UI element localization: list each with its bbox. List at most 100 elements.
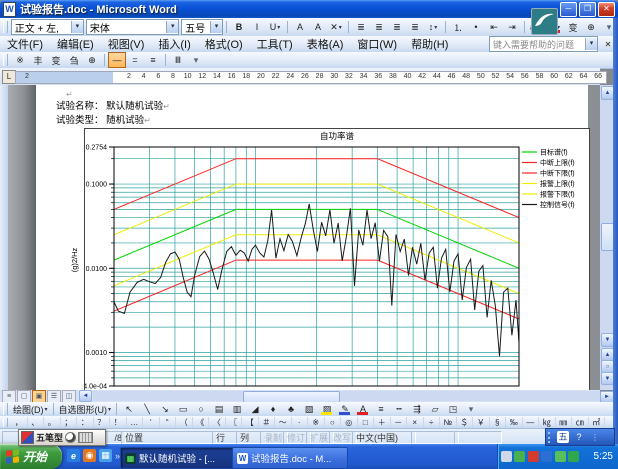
symbol-button[interactable]: ‰ xyxy=(506,417,523,428)
symbol-button[interactable]: ？ xyxy=(94,417,111,428)
ime-toolbar[interactable]: 五笔型 xyxy=(18,429,106,446)
horizontal-ruler[interactable]: 2 24681012141618202224262830323436384042… xyxy=(15,71,607,84)
line-style-icon[interactable]: ≡ xyxy=(372,401,390,417)
rectangle-icon[interactable]: ▭ xyxy=(174,401,192,417)
symbol-button[interactable]: ＋ xyxy=(374,417,391,428)
vertical-text-box-icon[interactable]: ▥ xyxy=(228,401,246,417)
menu-item-help[interactable]: 帮助(H) xyxy=(404,35,455,53)
symbol-button[interactable]: － xyxy=(391,417,408,428)
one-half-spacing-button[interactable]: = xyxy=(126,52,144,68)
tab-selector[interactable]: L xyxy=(2,70,16,84)
symbol-button[interactable]: § xyxy=(490,417,507,428)
language-bar[interactable]: 五 ? ⋮ xyxy=(545,428,615,446)
tray-icon-3[interactable] xyxy=(528,451,539,462)
position-indicator[interactable]: 位置 xyxy=(121,431,217,444)
toolbar-grip[interactable] xyxy=(3,418,8,427)
align-center-button[interactable]: ≣ xyxy=(370,19,388,35)
close-button[interactable]: ✕ xyxy=(598,2,615,17)
bold-button[interactable]: B xyxy=(230,19,248,35)
bullets-button[interactable]: • xyxy=(467,19,485,35)
distribute-button[interactable]: ≣ xyxy=(406,19,424,35)
symbol-button[interactable]: ￥ xyxy=(473,417,490,428)
single-spacing-button[interactable]: — xyxy=(108,52,126,68)
numbering-button[interactable]: ⒈ xyxy=(449,19,467,35)
symbol-button[interactable]: ‘ xyxy=(143,417,160,428)
vibration-app-logo-icon[interactable] xyxy=(531,8,558,35)
ruler-left-margin[interactable] xyxy=(16,72,113,83)
ime-help-icon[interactable]: ? xyxy=(573,431,585,443)
symbol-button[interactable]: ㎏ xyxy=(539,417,556,428)
line-color-icon[interactable]: ✎ xyxy=(336,401,354,417)
symbol-button[interactable]: ㎜ xyxy=(556,417,573,428)
symbol-button[interactable]: № xyxy=(440,417,457,428)
tray-icon-6[interactable] xyxy=(568,451,579,462)
menu-item-edit[interactable]: 编辑(E) xyxy=(50,35,101,53)
toolbar-grip[interactable] xyxy=(3,21,8,33)
menu-item-window[interactable]: 窗口(W) xyxy=(350,35,404,53)
symbol-button[interactable]: ○ xyxy=(325,417,342,428)
fill-color-icon[interactable]: ▨ xyxy=(318,401,336,417)
character-scale-button[interactable]: ✕ xyxy=(327,19,345,35)
italic-button[interactable]: I xyxy=(248,19,266,35)
language-bar-options-icon[interactable]: ⋮ xyxy=(591,433,599,442)
clock[interactable]: 5:25 xyxy=(594,451,613,462)
minimize-button[interactable]: ─ xyxy=(560,2,577,17)
shadow-style-icon[interactable]: ▱ xyxy=(426,401,444,417)
taskbar-task-2[interactable]: W试验报告.doc - M... xyxy=(232,447,348,469)
cjk-layout-tool-2-button[interactable]: 丰 xyxy=(29,52,47,68)
cjk-layout-tool-3-button[interactable]: 变 xyxy=(47,52,65,68)
chevron-down-icon[interactable]: ▾ xyxy=(166,21,178,33)
autoshapes-menu-button[interactable]: 自选图形(U) xyxy=(57,401,114,417)
symbol-button[interactable]: “ xyxy=(160,417,177,428)
text-box-icon[interactable]: ▤ xyxy=(210,401,228,417)
align-left-button[interactable]: ≣ xyxy=(352,19,370,35)
vertical-scrollbar[interactable]: ▲ ▼ ▲ ○ ▼ xyxy=(600,85,613,390)
shape-font-color-icon[interactable]: A xyxy=(354,401,372,417)
arrow-icon[interactable]: ↘ xyxy=(156,401,174,417)
font-size-combobox[interactable]: 五号▾ xyxy=(181,19,223,35)
menu-item-view[interactable]: 视图(V) xyxy=(101,35,152,53)
line-spacing-button[interactable]: ↕ xyxy=(424,19,442,35)
cjk-layout-tool-4-button[interactable]: 刍 xyxy=(65,52,83,68)
character-shading-button[interactable]: A xyxy=(309,19,327,35)
desktop-quick-launch-icon[interactable]: ▦ xyxy=(99,449,112,462)
symbol-button[interactable]: 〈 xyxy=(209,417,226,428)
symbol-button[interactable]: □ xyxy=(358,417,375,428)
tray-icon-2[interactable] xyxy=(514,451,525,462)
symbol-button[interactable]: 、 xyxy=(28,417,45,428)
ie-quick-launch-icon[interactable]: e xyxy=(67,449,80,462)
drag-handle-icon[interactable] xyxy=(548,432,554,443)
increase-indent-button[interactable]: ⇥ xyxy=(503,19,521,35)
toolbar-overflow-button[interactable]: ▾ xyxy=(462,401,480,417)
diagram-icon[interactable]: ♦ xyxy=(264,401,282,417)
phonetic-guide-button[interactable]: 变 xyxy=(564,19,582,35)
symbol-button[interactable]: 《 xyxy=(193,417,210,428)
symbol-button[interactable]: ： xyxy=(77,417,94,428)
doc-text-line[interactable]: 试验类型： 随机试验↵ xyxy=(56,112,151,126)
symbol-button[interactable]: ㎡ xyxy=(589,417,606,428)
punctuation-mode-icon[interactable] xyxy=(65,432,76,443)
symbol-button[interactable]: ㎝ xyxy=(572,417,589,428)
symbol-button[interactable]: ＃ xyxy=(259,417,276,428)
power-spectrum-chart-object[interactable]: 自功率谱 0.27540.10000.01000.00104.0e-04目标谱(… xyxy=(84,128,590,390)
media-quick-launch-icon[interactable]: ◉ xyxy=(83,449,96,462)
symbol-button[interactable]: ◎ xyxy=(341,417,358,428)
tray-icon-5[interactable] xyxy=(555,451,566,462)
symbol-button[interactable]: — xyxy=(523,417,540,428)
doc-text-line[interactable]: 试验名称： 默认随机试验↵ xyxy=(56,98,170,112)
symbol-button[interactable]: 【 xyxy=(242,417,259,428)
chevron-down-icon[interactable]: ▾ xyxy=(210,21,222,33)
language-indicator[interactable]: 中文(中国) xyxy=(352,431,416,444)
symbol-button[interactable]: 〖 xyxy=(226,417,243,428)
help-search-input[interactable]: 键入需要帮助的问题 ▾ xyxy=(489,36,598,52)
taskbar-task-1[interactable]: ▦默认随机试验 - [... xyxy=(120,447,236,469)
menu-item-tools[interactable]: 工具(T) xyxy=(250,35,300,53)
toolbar-overflow-button[interactable]: ▾ xyxy=(187,52,205,68)
cjk-layout-tool-1-button[interactable]: ※ xyxy=(11,52,29,68)
character-border-button[interactable]: A xyxy=(291,19,309,35)
symbol-button[interactable]: · xyxy=(292,417,309,428)
line-icon[interactable]: ╲ xyxy=(138,401,156,417)
toolbar-grip[interactable] xyxy=(3,403,8,415)
maximize-button[interactable]: ❐ xyxy=(579,2,596,17)
horizontal-scrollbar[interactable] xyxy=(93,391,600,401)
